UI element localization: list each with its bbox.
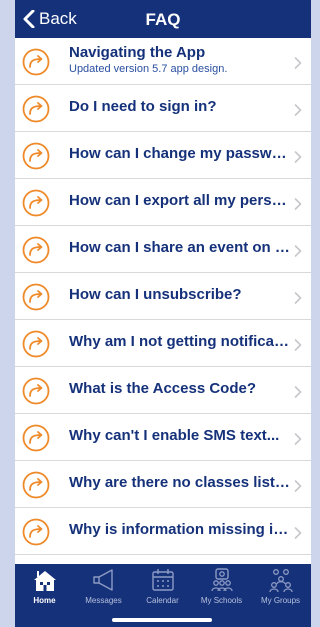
share-arrow-icon (22, 471, 50, 499)
share-arrow-icon (22, 283, 50, 311)
faq-item[interactable]: Why can't I enable SMS text... (15, 414, 311, 461)
faq-question: Why can't I enable SMS text... (69, 427, 280, 444)
faq-item[interactable]: Do I need to sign in? (15, 85, 311, 132)
faq-item[interactable]: How can I change my passwo... (15, 132, 311, 179)
chevron-left-icon (23, 10, 35, 28)
chevron-right-icon (294, 198, 302, 210)
share-arrow-icon (22, 95, 50, 123)
tab-home[interactable]: Home (15, 566, 74, 608)
share-arrow-icon (22, 189, 50, 217)
share-arrow-icon (22, 236, 50, 264)
chevron-right-icon (294, 151, 302, 163)
tab-label: Home (33, 596, 56, 605)
faq-item[interactable]: Why is information missing in... (15, 508, 311, 555)
chevron-right-icon (294, 386, 302, 398)
share-arrow-icon (22, 377, 50, 405)
tab-label: My Groups (260, 596, 301, 605)
tab-my-groups[interactable]: My Groups (251, 566, 310, 608)
faq-item[interactable]: What is the Access Code? (15, 367, 311, 414)
share-arrow-icon (22, 48, 50, 76)
home-indicator (112, 618, 212, 622)
tab-my-schools[interactable]: My Schools (192, 566, 251, 608)
share-arrow-icon (22, 330, 50, 358)
faq-question: How can I unsubscribe? (69, 286, 242, 303)
chevron-right-icon (294, 527, 302, 539)
faq-item[interactable]: How can I share an event on F... (15, 226, 311, 273)
back-label: Back (39, 9, 77, 28)
chevron-right-icon (294, 104, 302, 116)
faq-item[interactable]: Navigating the App Updated version 5.7 a… (15, 38, 311, 85)
faq-question: Why am I not getting notificati... (69, 333, 291, 350)
faq-question: Why is information missing in... (69, 521, 291, 538)
share-arrow-icon (22, 142, 50, 170)
faq-screen: Back FAQ Navigating the App Updated vers… (15, 0, 311, 627)
school-icon (33, 571, 56, 591)
faq-question: Why are there no classes liste... (69, 474, 291, 491)
chevron-right-icon (294, 292, 302, 304)
faq-item[interactable]: How can I unsubscribe? (15, 273, 311, 320)
faq-question: How can I share an event on F... (69, 239, 291, 256)
tab-messages[interactable]: Messages (74, 566, 133, 608)
chevron-right-icon (294, 433, 302, 445)
chevron-right-icon (294, 480, 302, 492)
tab-label: Messages (85, 596, 122, 605)
tab-label: Calendar (146, 596, 179, 605)
groups-icon (268, 569, 293, 593)
calendar-icon (151, 569, 174, 591)
tab-calendar[interactable]: Calendar (133, 566, 192, 608)
navigation-bar: Back FAQ (15, 0, 311, 38)
chevron-right-icon (294, 57, 302, 69)
chevron-right-icon (294, 339, 302, 351)
chevron-right-icon (294, 245, 302, 257)
faq-question: What is the Access Code? (69, 380, 256, 397)
faq-question: How can I change my passwo... (69, 145, 291, 162)
group-icon (210, 568, 233, 592)
faq-list: Navigating the App Updated version 5.7 a… (15, 38, 311, 555)
faq-question: Navigating the App (69, 44, 206, 61)
megaphone-icon (92, 569, 113, 591)
share-arrow-icon (22, 424, 50, 452)
back-button[interactable]: Back (23, 7, 77, 31)
faq-item[interactable]: Why are there no classes liste... (15, 461, 311, 508)
faq-item[interactable]: How can I export all my perso... (15, 179, 311, 226)
faq-question: How can I export all my perso... (69, 192, 291, 209)
faq-question: Do I need to sign in? (69, 98, 217, 115)
share-arrow-icon (22, 518, 50, 546)
faq-subtitle: Updated version 5.7 app design. (69, 63, 228, 75)
tab-label: My Schools (200, 596, 243, 605)
faq-item[interactable]: Why am I not getting notificati... (15, 320, 311, 367)
